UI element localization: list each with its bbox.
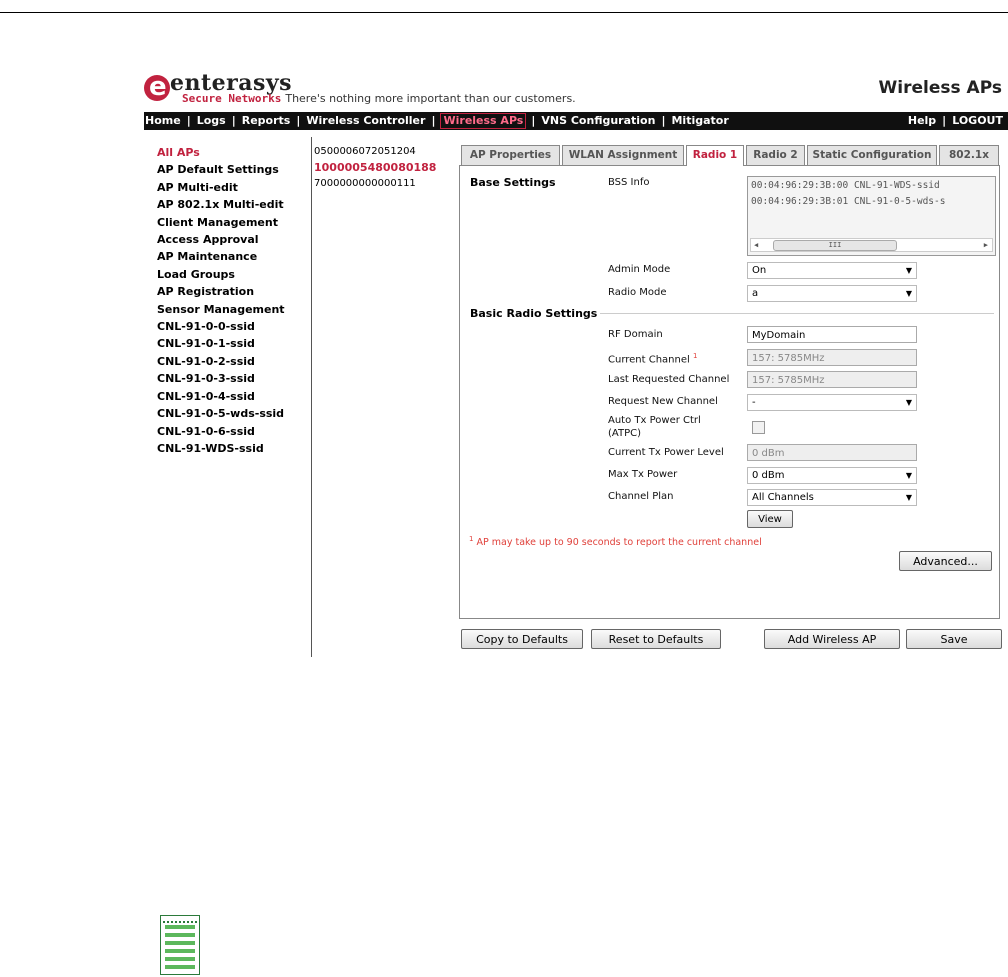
request-new-channel-label: Request New Channel	[608, 396, 718, 407]
sidebar-item-ap-default-settings[interactable]: AP Default Settings	[157, 161, 285, 178]
dropdown-arrow-icon: ▼	[905, 398, 912, 407]
column-divider	[311, 137, 312, 657]
advanced-button[interactable]: Advanced...	[899, 551, 992, 571]
atpc-label: Auto Tx Power Ctrl (ATPC)	[608, 415, 701, 439]
tab-wlan-assignment[interactable]: WLAN Assignment	[562, 145, 684, 165]
page-title: Wireless APs	[878, 78, 1002, 98]
current-channel-label: Current Channel 1	[608, 352, 698, 366]
tab-8021x[interactable]: 802.1x	[939, 145, 999, 165]
sidebar-item-ssid[interactable]: CNL-91-WDS-ssid	[157, 440, 285, 457]
radio-mode-label: Radio Mode	[608, 287, 667, 298]
dropdown-arrow-icon: ▼	[905, 493, 912, 502]
save-button[interactable]: Save	[906, 629, 1002, 649]
request-new-channel-select[interactable]: - ▼	[747, 394, 917, 411]
enterasys-logo-icon: e	[144, 72, 170, 102]
rf-domain-input[interactable]: MyDomain	[747, 326, 917, 343]
nav-wireless-controller[interactable]: Wireless Controller	[305, 112, 426, 130]
reset-to-defaults-button[interactable]: Reset to Defaults	[591, 629, 721, 649]
admin-mode-select[interactable]: On ▼	[747, 262, 917, 279]
top-nav-bar: Home | Logs | Reports | Wireless Controller | Wi…	[144, 112, 1008, 130]
channel-report-note: 1 AP may take up to 90 seconds to report…	[469, 535, 762, 549]
view-button[interactable]: View	[747, 510, 793, 528]
section-basic-radio-settings: Basic Radio Settings	[470, 307, 598, 320]
nav-vns-configuration[interactable]: VNS Configuration	[540, 112, 656, 130]
current-tx-power-field: 0 dBm	[747, 444, 917, 461]
nav-mitigator[interactable]: Mitigator	[670, 112, 729, 130]
sidebar-item-client-management[interactable]: Client Management	[157, 214, 285, 231]
sidebar-item-ssid[interactable]: CNL-91-0-1-ssid	[157, 335, 285, 352]
current-tx-power-label: Current Tx Power Level	[608, 447, 724, 458]
section-base-settings: Base Settings	[470, 176, 556, 189]
ap-list-item-selected[interactable]: 1000005480080188	[314, 160, 436, 176]
add-wireless-ap-button[interactable]: Add Wireless AP	[764, 629, 900, 649]
bss-info-list[interactable]: 00:04:96:29:3B:00 CNL-91-WDS-ssid 00:04:…	[747, 176, 996, 256]
dropdown-arrow-icon: ▼	[905, 471, 912, 480]
nav-logout[interactable]: LOGOUT	[951, 112, 1004, 130]
bss-row[interactable]: 00:04:96:29:3B:00 CNL-91-WDS-ssid	[748, 178, 995, 193]
sidebar-item-ssid[interactable]: CNL-91-0-5-wds-ssid	[157, 405, 285, 422]
rf-domain-label: RF Domain	[608, 329, 663, 340]
channel-plan-label: Channel Plan	[608, 491, 674, 502]
current-channel-field: 157: 5785MHz	[747, 349, 917, 366]
request-new-channel-value: -	[752, 397, 756, 408]
nav-help[interactable]: Help	[907, 112, 937, 130]
sidebar-item-ap-maintenance[interactable]: AP Maintenance	[157, 248, 285, 265]
sidebar-item-ssid[interactable]: CNL-91-0-0-ssid	[157, 318, 285, 335]
max-tx-power-select[interactable]: 0 dBm ▼	[747, 467, 917, 484]
nav-wireless-aps[interactable]: Wireless APs	[440, 113, 527, 129]
ap-list-item[interactable]: 0500006072051204	[314, 144, 436, 160]
nav-logs[interactable]: Logs	[196, 112, 227, 130]
note-icon	[160, 915, 200, 975]
admin-mode-label: Admin Mode	[608, 264, 671, 275]
sidebar-menu: All APs AP Default Settings AP Multi-edi…	[157, 144, 285, 457]
sidebar-item-ssid[interactable]: CNL-91-0-6-ssid	[157, 423, 285, 440]
dropdown-arrow-icon: ▼	[905, 266, 912, 275]
radio-mode-select[interactable]: a ▼	[747, 285, 917, 302]
admin-mode-value: On	[752, 265, 767, 276]
channel-plan-value: All Channels	[752, 492, 814, 503]
bss-info-label: BSS Info	[608, 177, 650, 188]
sidebar-item-ssid[interactable]: CNL-91-0-2-ssid	[157, 353, 285, 370]
sidebar-item-ap-multi-edit[interactable]: AP Multi-edit	[157, 179, 285, 196]
scroll-thumb[interactable]: III	[773, 240, 897, 251]
ap-serial-list: 0500006072051204 1000005480080188 700000…	[314, 144, 436, 192]
tagline: Secure Networks There's nothing more impo…	[182, 92, 576, 105]
bss-horizontal-scrollbar[interactable]: ◀ III ▶	[750, 238, 993, 252]
radio-mode-value: a	[752, 288, 759, 299]
scroll-left-arrow-icon[interactable]: ◀	[754, 239, 758, 251]
tab-ap-properties[interactable]: AP Properties	[461, 145, 560, 165]
sidebar-item-ap-8021x-multi-edit[interactable]: AP 802.1x Multi-edit	[157, 196, 285, 213]
sidebar-item-load-groups[interactable]: Load Groups	[157, 266, 285, 283]
tab-static-configuration[interactable]: Static Configuration	[807, 145, 937, 165]
nav-reports[interactable]: Reports	[241, 112, 292, 130]
ap-list-item[interactable]: 7000000000000111	[314, 176, 436, 192]
tab-radio-2[interactable]: Radio 2	[746, 145, 805, 165]
sidebar-item-access-approval[interactable]: Access Approval	[157, 231, 285, 248]
channel-plan-select[interactable]: All Channels ▼	[747, 489, 917, 506]
tagline-text: There's nothing more important than our …	[285, 92, 576, 105]
sidebar-item-all-aps[interactable]: All APs	[157, 144, 285, 161]
section-rule	[600, 313, 994, 314]
sidebar-item-ssid[interactable]: CNL-91-0-3-ssid	[157, 370, 285, 387]
dropdown-arrow-icon: ▼	[905, 289, 912, 298]
copy-to-defaults-button[interactable]: Copy to Defaults	[461, 629, 583, 649]
sidebar-item-sensor-management[interactable]: Sensor Management	[157, 301, 285, 318]
scroll-right-arrow-icon[interactable]: ▶	[984, 239, 988, 251]
tab-radio-1[interactable]: Radio 1	[686, 145, 744, 166]
nav-home[interactable]: Home	[144, 112, 182, 130]
last-requested-channel-label: Last Requested Channel	[608, 374, 730, 385]
page-top-rule	[0, 12, 1008, 13]
bss-row[interactable]: 00:04:96:29:3B:01 CNL-91-0-5-wds-s	[748, 194, 995, 209]
last-requested-channel-field: 157: 5785MHz	[747, 371, 917, 388]
sidebar-item-ap-registration[interactable]: AP Registration	[157, 283, 285, 300]
brand-sub: Secure Networks	[182, 92, 282, 105]
sidebar-item-ssid[interactable]: CNL-91-0-4-ssid	[157, 388, 285, 405]
max-tx-power-label: Max Tx Power	[608, 469, 678, 480]
max-tx-power-value: 0 dBm	[752, 470, 785, 481]
atpc-checkbox[interactable]	[752, 421, 765, 434]
